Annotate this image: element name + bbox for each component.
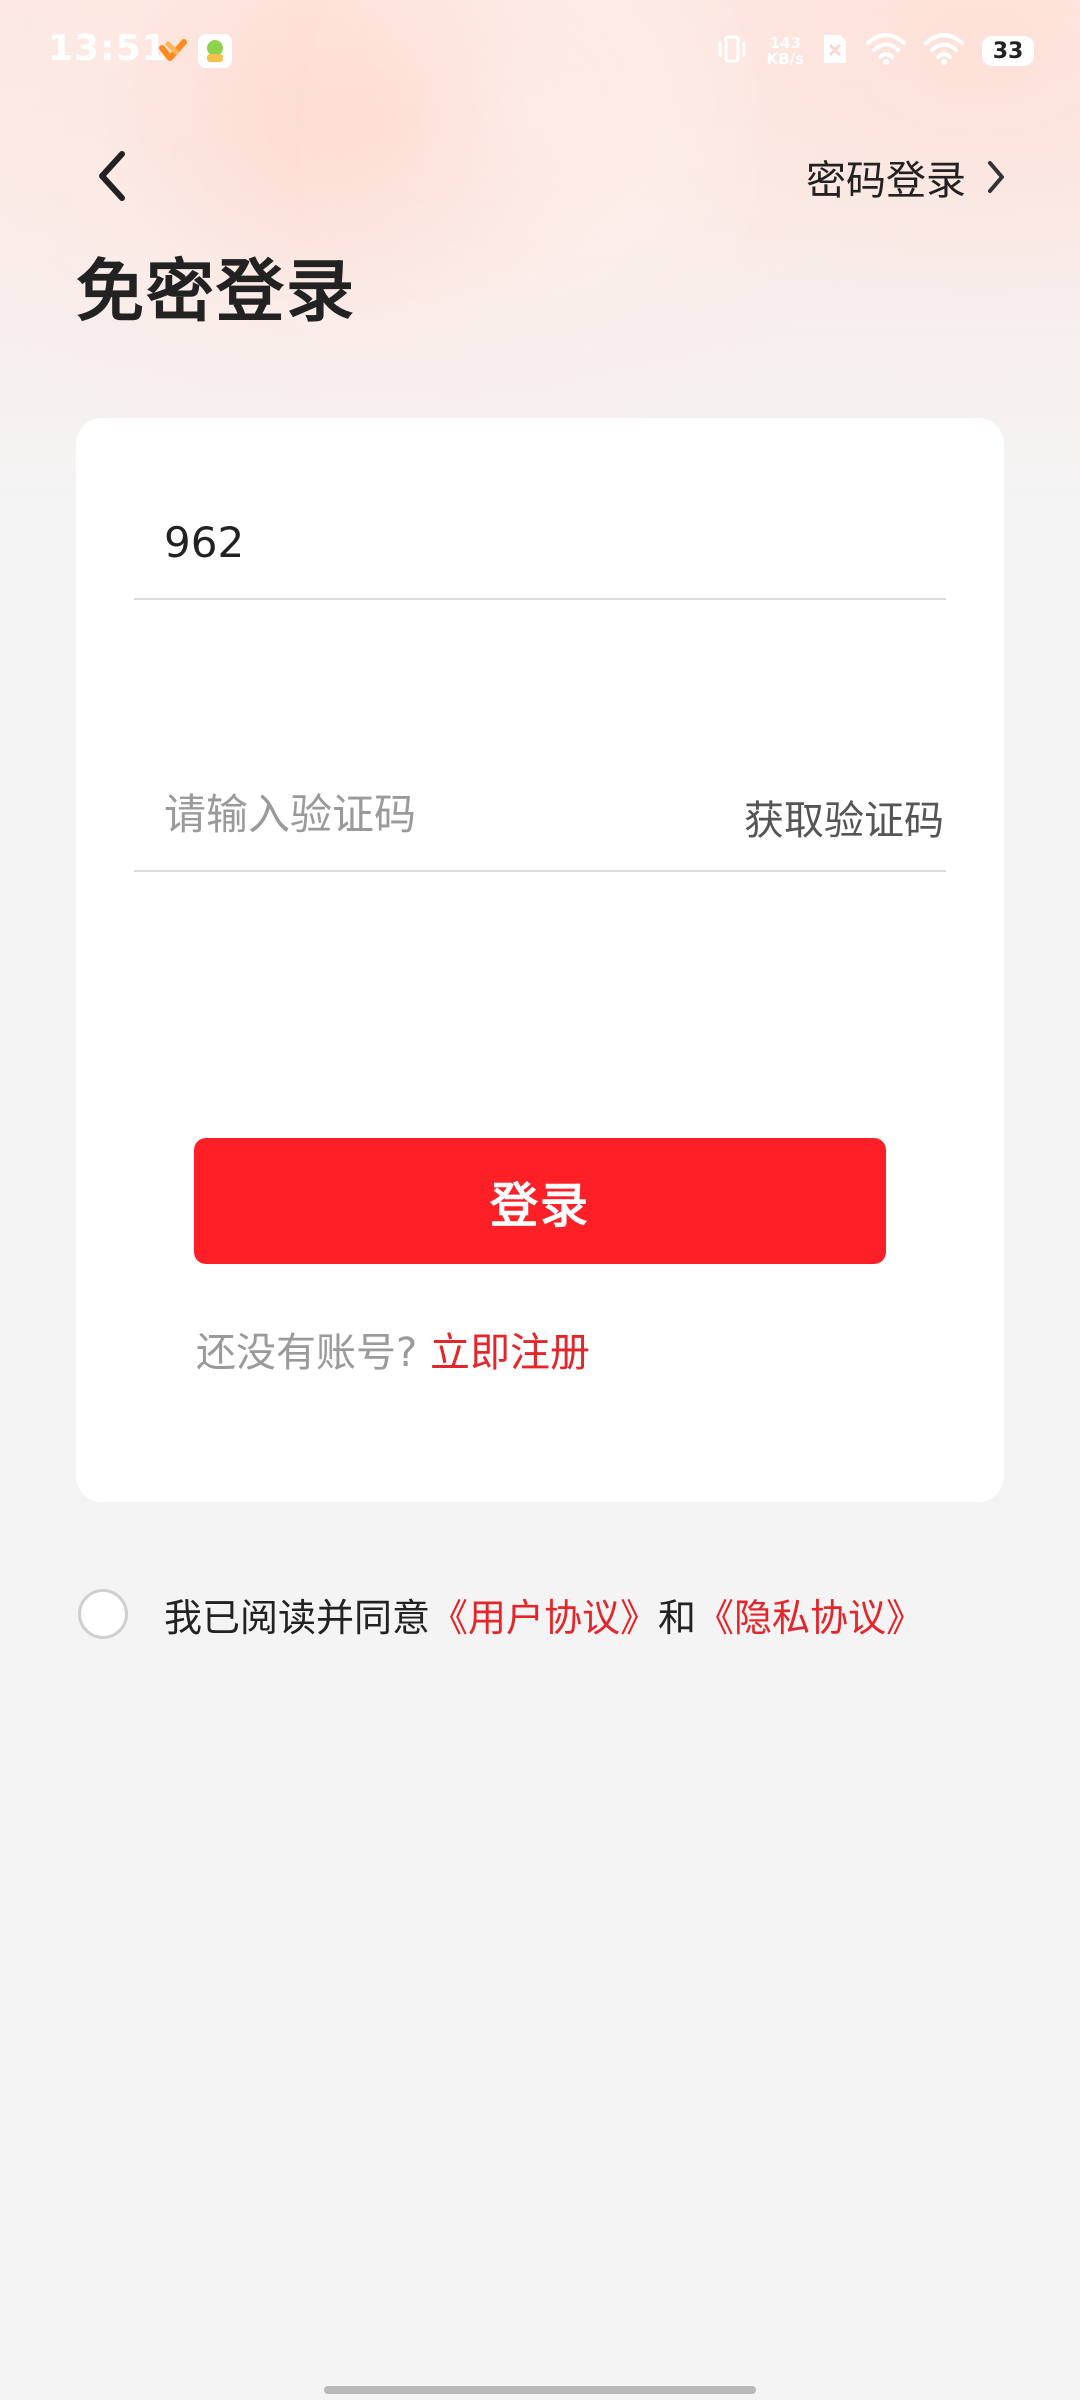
agreement-checkbox[interactable] (78, 1589, 128, 1639)
back-button[interactable] (82, 140, 142, 212)
page-title: 免密登录 (76, 253, 357, 332)
status-bar: 13:51 143 KB/s 33 (0, 0, 1080, 100)
verification-code-input[interactable] (164, 774, 684, 854)
password-login-link[interactable]: 密码登录 (806, 146, 1008, 208)
register-row: 还没有账号? 立即注册 (196, 1320, 590, 1378)
verification-code-field: 获取验证码 (134, 750, 946, 872)
notification-app-icon-orange (156, 34, 190, 68)
phone-field (134, 478, 946, 600)
vibrate-icon (715, 32, 749, 70)
battery-icon: 33 (982, 36, 1034, 66)
agreement-and: 和 (658, 1595, 697, 1640)
agreement-prefix: 我已阅读并同意 (164, 1595, 431, 1640)
agreement-row: 我已阅读并同意 《用户协议》 和 《隐私协议》 (78, 1582, 924, 1646)
status-icons: 143 KB/s 33 (715, 30, 1034, 72)
user-agreement-link[interactable]: 《用户协议》 (430, 1587, 658, 1642)
back-arrow-icon (99, 151, 125, 201)
wifi-icon (866, 33, 906, 69)
get-code-button[interactable]: 获取验证码 (744, 788, 944, 846)
network-speed-unit: KB/s (766, 50, 804, 68)
chevron-right-icon (988, 161, 1004, 193)
network-speed: 143 KB/s (767, 35, 804, 67)
home-indicator[interactable] (324, 2386, 756, 2394)
password-login-label: 密码登录 (806, 158, 966, 204)
phone-input[interactable] (164, 502, 924, 582)
privacy-agreement-link[interactable]: 《隐私协议》 (696, 1587, 924, 1642)
notification-app-icon-green (198, 34, 232, 68)
login-button[interactable]: 登录 (194, 1138, 886, 1264)
sim-card-icon (822, 33, 848, 69)
register-link[interactable]: 立即注册 (430, 1330, 590, 1376)
register-prompt: 还没有账号? (196, 1330, 418, 1376)
status-time: 13:51 (48, 28, 168, 69)
login-screen: 13:51 143 KB/s 33 密码登录 免密登录 962 请输入验证码 获… (0, 0, 1080, 2400)
wifi-secondary-icon (924, 33, 964, 69)
